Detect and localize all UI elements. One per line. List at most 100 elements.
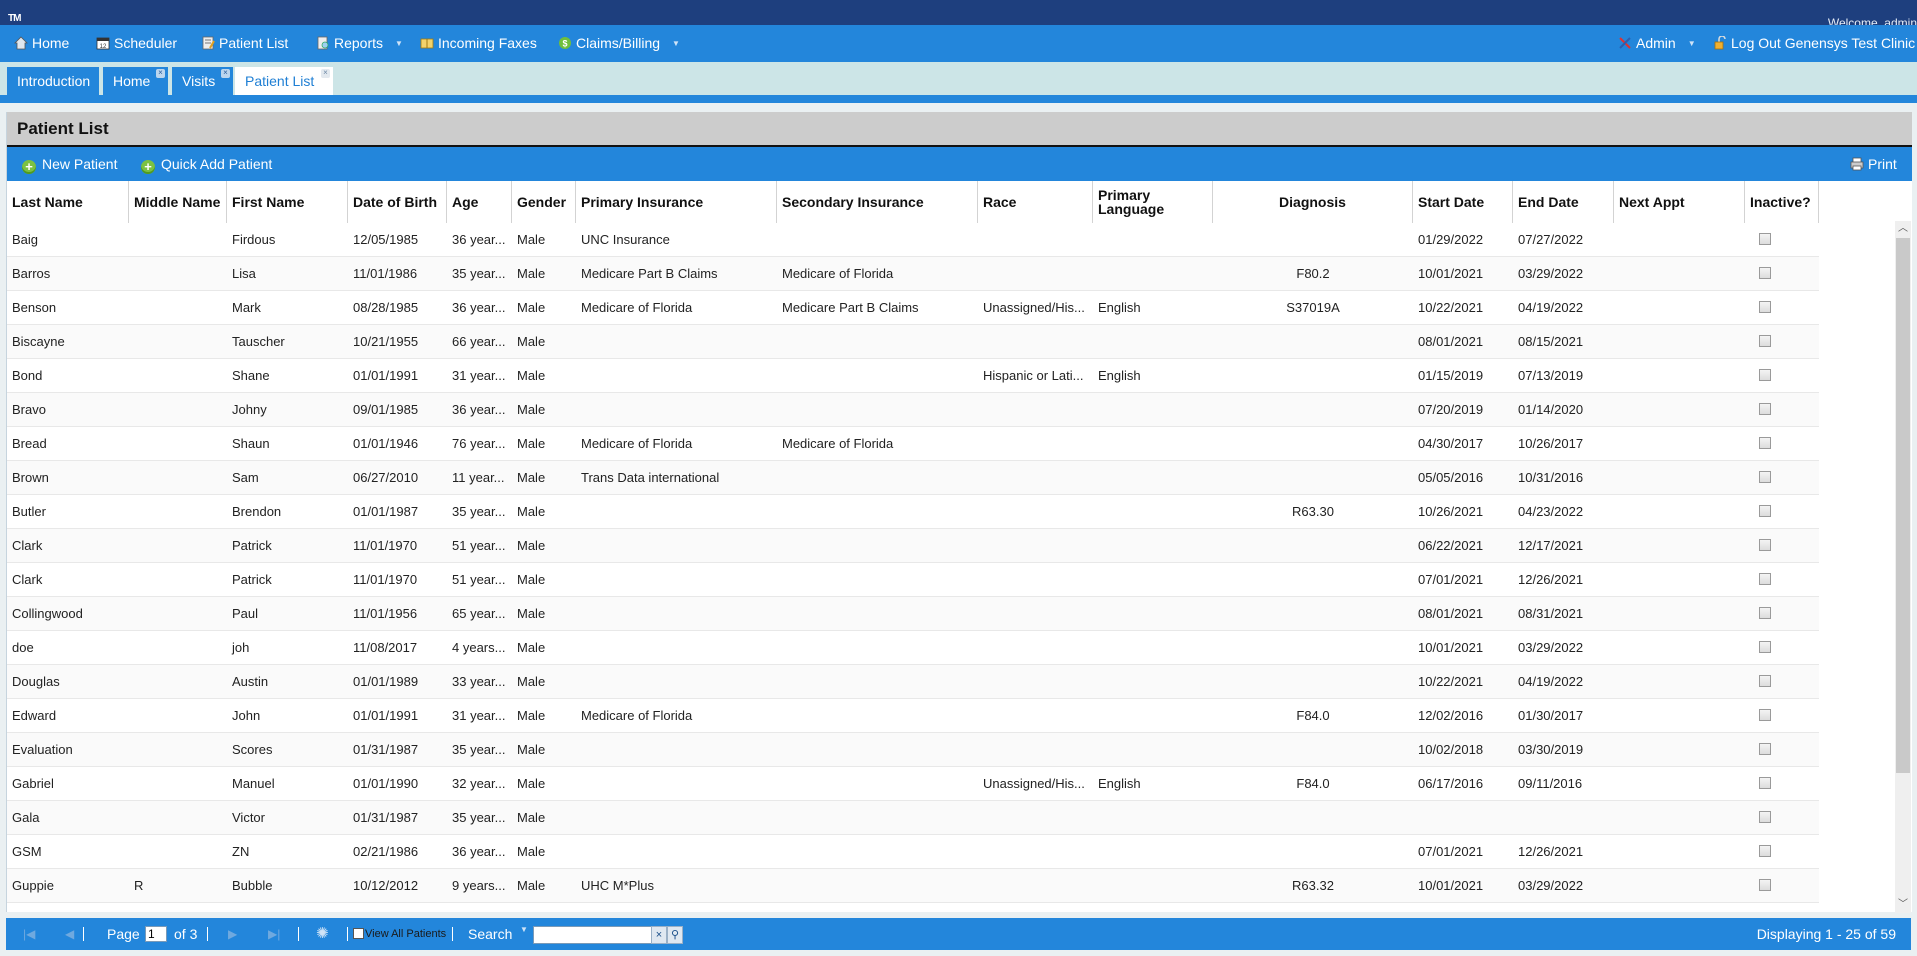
print-button[interactable]: Print [1850,147,1897,181]
table-row[interactable]: Guppie R Bubble 10/12/2012 9 years... Male UHC… [7,869,1819,903]
inactive-checkbox[interactable] [1759,607,1771,619]
inactive-checkbox[interactable] [1759,335,1771,347]
column-header-last-name[interactable]: Last Name [7,181,129,223]
vertical-scrollbar[interactable]: ︿ ﹀ [1895,221,1911,913]
table-row[interactable]: Benson Mark 08/28/1985 36 year... Male Medica… [7,291,1819,325]
cell-next-appt [1614,767,1745,800]
table-row[interactable]: Baig Firdous 12/05/1985 36 year... Male UNC I… [7,223,1819,257]
next-page-icon[interactable]: ▶ [228,918,237,950]
top-banner: TM Welcome, admin [0,0,1917,25]
column-header-end-date[interactable]: End Date [1513,181,1614,223]
inactive-checkbox[interactable] [1759,301,1771,313]
table-row[interactable]: Bravo Johny 09/01/1985 36 year... Male 07/20/… [7,393,1819,427]
inactive-checkbox[interactable] [1759,573,1771,585]
inactive-checkbox[interactable] [1759,743,1771,755]
first-page-icon[interactable]: |◀ [23,918,35,950]
cell-diagnosis: F80.4 [1213,903,1413,913]
table-row[interactable]: Gala Victor 01/31/1987 35 year... Male [7,801,1819,835]
inactive-checkbox[interactable] [1759,369,1771,381]
table-row[interactable]: GSM ZN 02/21/1986 36 year... Male 07/01/2021 1… [7,835,1819,869]
inactive-checkbox[interactable] [1759,505,1771,517]
close-icon[interactable]: × [321,69,330,78]
column-header-next-appt[interactable]: Next Appt [1614,181,1745,223]
table-row[interactable]: Bread Shaun 01/01/1946 76 year... Male Medica… [7,427,1819,461]
cell-date-of-birth: 01/01/1946 [353,436,419,451]
scrollbar-thumb[interactable] [1896,238,1910,773]
tab-introduction[interactable]: Introduction [7,67,99,95]
nav-admin-label: Admin [1636,35,1676,51]
nav-logout[interactable]: Log Out Genensys Test Clinic [1713,25,1915,62]
table-row[interactable]: HamzaChaudhary02/16/20166 years...MaleMe… [7,903,1819,913]
nav-reports[interactable]: Reports ▼ [316,25,403,62]
column-header-primary-language[interactable]: Primary Language [1093,181,1213,223]
column-header-start-date[interactable]: Start Date [1413,181,1513,223]
cell-first-name: Sam [232,470,259,485]
inactive-checkbox[interactable] [1759,777,1771,789]
inactive-checkbox[interactable] [1759,845,1771,857]
column-header-primary-insurance[interactable]: Primary Insurance [576,181,777,223]
column-header-race[interactable]: Race [978,181,1093,223]
inactive-checkbox[interactable] [1759,233,1771,245]
table-row[interactable]: Evaluation Scores 01/31/1987 35 year... Male… [7,733,1819,767]
close-icon[interactable]: × [221,69,230,78]
nav-admin[interactable]: Admin ▼ [1618,25,1696,62]
column-header-date-of-birth[interactable]: Date of Birth [348,181,447,223]
cell-last-name: Gabriel [12,776,54,791]
column-header-first-name[interactable]: First Name [227,181,348,223]
page-number-input[interactable] [145,926,167,942]
tab-patient-list[interactable]: Patient List × [235,67,333,95]
table-row[interactable]: Clark Patrick 11/01/1970 51 year... Male 07/0… [7,563,1819,597]
inactive-checkbox[interactable] [1759,471,1771,483]
view-all-patients-checkbox[interactable] [353,928,364,939]
search-dropdown-icon[interactable]: ▼ [520,914,528,946]
cell-next-appt [1614,427,1745,460]
table-row[interactable]: Edward John 01/01/1991 31 year... Male Medica… [7,699,1819,733]
nav-claims-billing[interactable]: $ Claims/Billing ▼ [558,25,680,62]
inactive-checkbox[interactable] [1759,675,1771,687]
inactive-checkbox[interactable] [1759,641,1771,653]
nav-patient-list[interactable]: Patient List [201,25,288,62]
tab-home[interactable]: Home × [103,67,168,95]
close-icon[interactable]: × [156,69,165,78]
cell-start-date [1413,801,1513,834]
inactive-checkbox[interactable] [1759,811,1771,823]
cell-race [978,563,1093,596]
inactive-checkbox[interactable] [1759,267,1771,279]
clear-search-icon[interactable]: × [651,926,667,944]
scroll-up-icon[interactable]: ︿ [1895,221,1911,237]
table-row[interactable]: Gabriel Manuel 01/01/1990 32 year... Male Una… [7,767,1819,801]
table-row[interactable]: doe joh 11/08/2017 4 years... Male 10/01/2021… [7,631,1819,665]
prev-page-icon[interactable]: ◀ [65,918,74,950]
table-row[interactable]: Biscayne Tauscher 10/21/1955 66 year... Male… [7,325,1819,359]
column-header-age[interactable]: Age [447,181,512,223]
nav-home[interactable]: Home [14,25,69,62]
column-header-inactive[interactable]: Inactive? [1745,181,1819,223]
column-header-diagnosis[interactable]: Diagnosis [1213,181,1413,223]
cell-age: 11 year... [452,470,505,485]
search-icon[interactable]: ⚲ [667,926,683,944]
tab-visits[interactable]: Visits × [172,67,233,95]
table-row[interactable]: Butler Brendon 01/01/1987 35 year... Male R63… [7,495,1819,529]
inactive-checkbox[interactable] [1759,539,1771,551]
inactive-checkbox[interactable] [1759,879,1771,891]
inactive-checkbox[interactable] [1759,403,1771,415]
nav-incoming-faxes[interactable]: Incoming Faxes [420,25,537,62]
inactive-checkbox[interactable] [1759,709,1771,721]
quick-add-patient-button[interactable]: + Quick Add Patient [141,147,272,181]
table-row[interactable]: Bond Shane 01/01/1991 31 year... Male Hispani… [7,359,1819,393]
last-page-icon[interactable]: ▶| [268,918,280,950]
scroll-down-icon[interactable]: ﹀ [1895,897,1911,913]
inactive-checkbox[interactable] [1759,437,1771,449]
table-row[interactable]: Clark Patrick 11/01/1970 51 year... Male 06/2… [7,529,1819,563]
new-patient-button[interactable]: + New Patient [22,147,117,181]
column-header-gender[interactable]: Gender [512,181,576,223]
cell-end-date: 07/27/2022 [1518,232,1584,247]
table-row[interactable]: Brown Sam 06/27/2010 11 year... Male Trans Da… [7,461,1819,495]
nav-scheduler[interactable]: 12 Scheduler [96,25,177,62]
column-header-secondary-insurance[interactable]: Secondary Insurance [777,181,978,223]
column-header-middle-name[interactable]: Middle Name [129,181,227,223]
refresh-icon[interactable]: ✺ [316,918,329,950]
table-row[interactable]: Barros Lisa 11/01/1986 35 year... Male Medica… [7,257,1819,291]
table-row[interactable]: Collingwood Paul 11/01/1956 65 year... Male 0… [7,597,1819,631]
table-row[interactable]: Douglas Austin 01/01/1989 33 year... Male 10/… [7,665,1819,699]
